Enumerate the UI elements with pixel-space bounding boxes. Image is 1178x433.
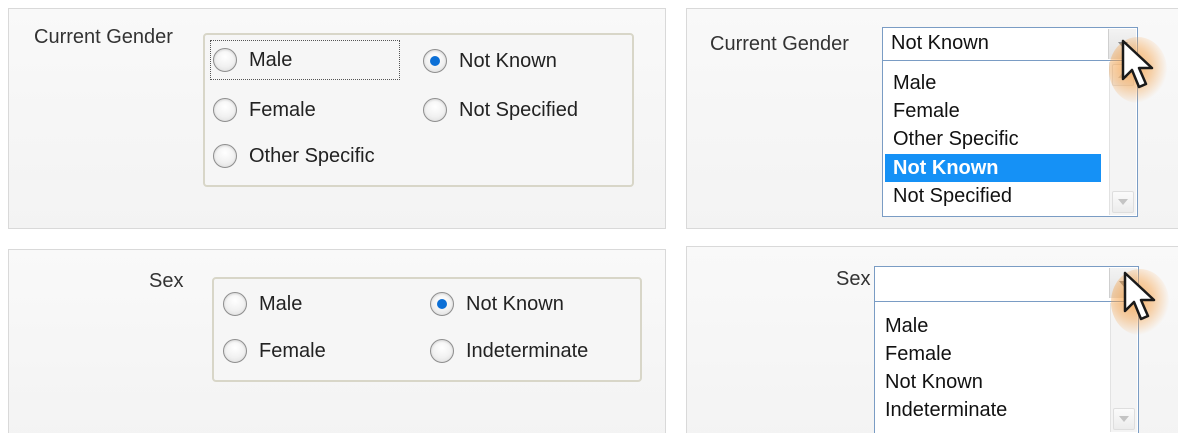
gender-radio-not-specified[interactable]: Not Specified [423,95,578,125]
dropdown-scrollbar[interactable] [1110,303,1137,432]
radio-circle-icon [213,48,237,72]
radio-circle-icon [213,144,237,168]
sex-radio-female[interactable]: Female [223,336,326,366]
gender-radio-panel: Current Gender Male Female Other Specifi… [8,8,666,229]
dropdown-option-not-known[interactable]: Not Known [877,368,983,396]
scroll-down-icon[interactable] [1113,408,1135,430]
dropdown-option-not-specified[interactable]: Not Specified [885,182,1012,210]
chevron-down-icon[interactable] [1109,268,1137,298]
gender-dropdown-list[interactable]: Male Female Other Specific Not Known Not… [882,61,1138,217]
sex-dropdown-list[interactable]: Male Female Not Known Indeterminate [874,302,1139,433]
gender-radio-male[interactable]: Male [210,40,400,80]
gender-radio-group: Male Female Other Specific Not Known Not… [203,33,634,187]
gender-select-panel: Current Gender Not Known Male Female Oth… [686,8,1178,229]
sex-radio-male[interactable]: Male [223,289,302,319]
dropdown-scrollbar[interactable] [1109,62,1136,215]
radio-checked-icon [423,49,447,73]
radio-label: Female [259,339,326,362]
radio-circle-icon [430,339,454,363]
radio-label: Female [249,98,316,121]
radio-circle-icon [223,339,247,363]
dropdown-option-indeterminate[interactable]: Indeterminate [877,396,1007,424]
sex-radio-not-known[interactable]: Not Known [430,289,564,319]
sex-select-panel: Sex Male Female Not Known Indeterminate [686,246,1178,433]
dropdown-option-male[interactable]: Male [885,69,936,97]
radio-label: Other Specific [249,144,375,167]
radio-label: Male [249,48,293,71]
gender-radio-other-specific[interactable]: Other Specific [213,141,375,171]
gender-radio-female[interactable]: Female [213,95,316,125]
radio-circle-icon [223,292,247,316]
current-gender-label: Current Gender [34,26,173,48]
sex-select[interactable] [874,266,1139,302]
radio-circle-icon [213,98,237,122]
current-gender-label: Current Gender [710,33,849,55]
gender-radio-not-known[interactable]: Not Known [423,46,557,76]
radio-label: Not Known [459,49,557,72]
radio-circle-icon [423,98,447,122]
dropdown-option-female[interactable]: Female [877,340,952,368]
scroll-down-icon[interactable] [1112,191,1134,213]
sex-radio-group: Male Female Not Known Indeterminate [212,277,642,382]
gender-select[interactable]: Not Known [882,27,1138,61]
radio-checked-icon [430,292,454,316]
dropdown-option-male[interactable]: Male [877,312,928,340]
dropdown-option-other-specific[interactable]: Other Specific [885,125,1019,153]
sex-label: Sex [149,270,184,292]
scroll-up-icon[interactable] [1112,64,1134,86]
chevron-down-icon[interactable] [1108,29,1136,59]
dropdown-option-not-known[interactable]: Not Known [885,154,1101,182]
sex-radio-panel: Sex Male Female Not Known Indeterminate [8,249,666,433]
select-value: Not Known [891,32,989,54]
radio-label: Not Known [466,292,564,315]
radio-label: Indeterminate [466,339,589,362]
radio-label: Male [259,292,303,315]
sex-radio-indeterminate[interactable]: Indeterminate [430,336,588,366]
radio-label: Not Specified [459,98,578,121]
sex-label: Sex [836,268,871,290]
dropdown-option-female[interactable]: Female [885,97,960,125]
